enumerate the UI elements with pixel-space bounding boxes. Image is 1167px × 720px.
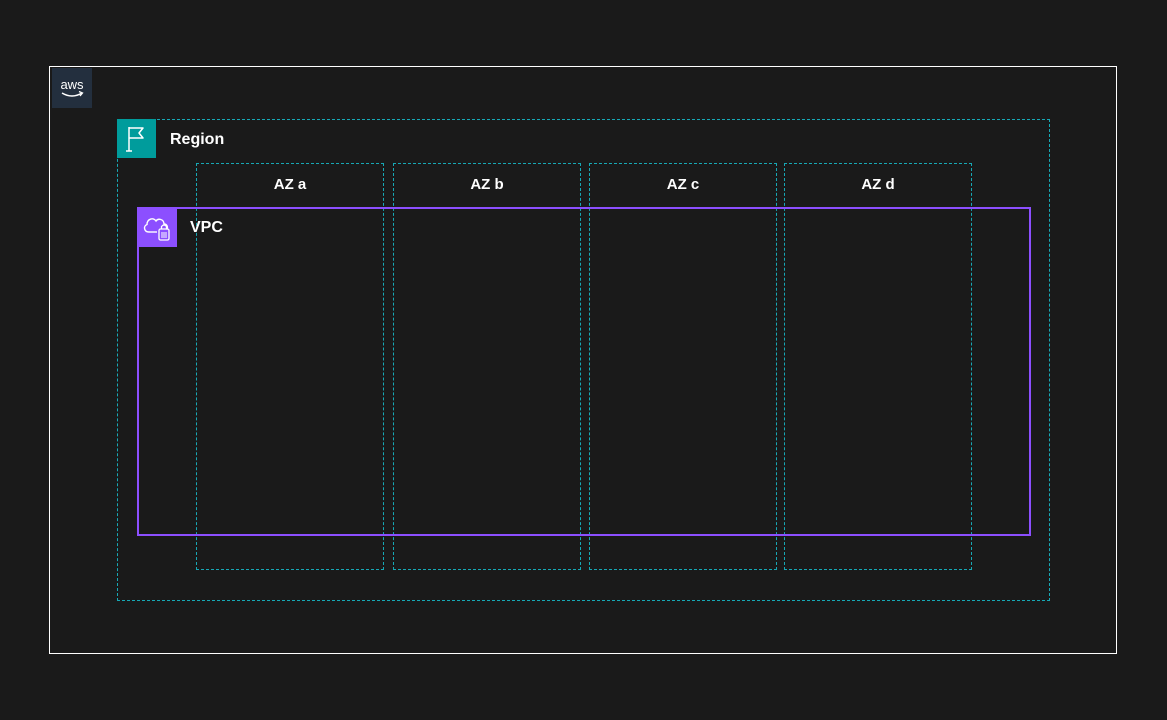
az-c-label: AZ c <box>666 176 700 193</box>
vpc-group <box>137 207 1031 536</box>
az-d-label: AZ d <box>861 176 895 193</box>
diagram-canvas: aws Region AZ a AZ b AZ c AZ d VPC <box>0 0 1167 720</box>
vpc-cloud-lock-icon <box>137 207 177 247</box>
aws-logo-icon: aws <box>52 68 92 108</box>
az-a-label: AZ a <box>273 176 307 193</box>
vpc-label: VPC <box>190 219 223 236</box>
region-label: Region <box>170 131 225 148</box>
aws-logo-svg: aws <box>60 77 84 97</box>
aws-logo-text: aws <box>60 77 84 92</box>
region-flag-icon <box>117 119 156 158</box>
az-b-label: AZ b <box>470 176 504 193</box>
